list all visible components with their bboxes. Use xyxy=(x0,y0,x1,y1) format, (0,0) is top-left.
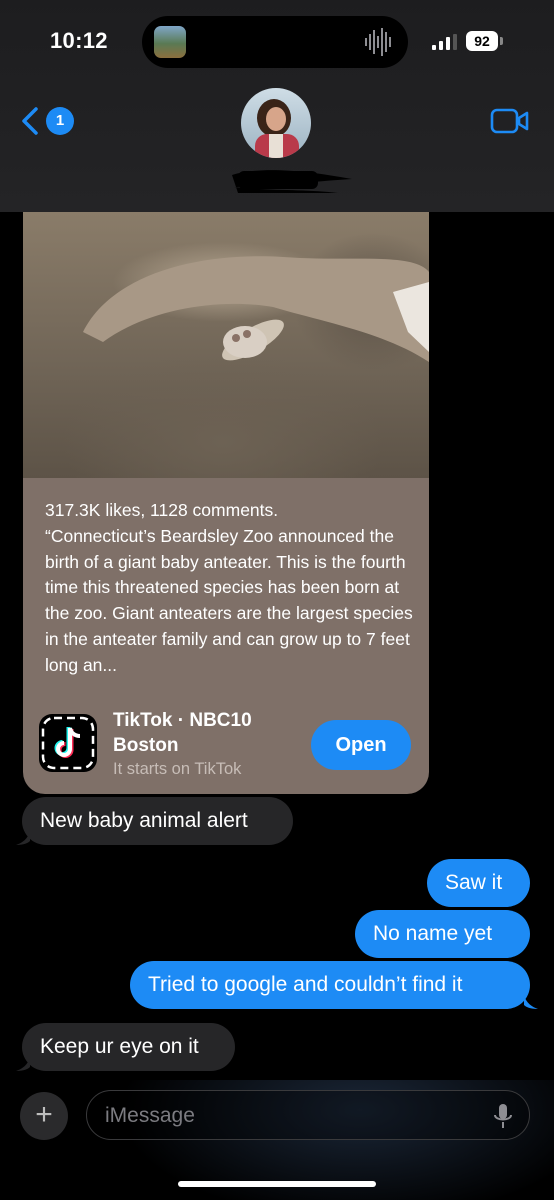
source-title: TikTok · NBC10 Boston xyxy=(113,710,252,756)
anteater-illustration xyxy=(83,256,429,362)
tiktok-logo-icon xyxy=(39,714,97,772)
contact-avatar[interactable] xyxy=(241,88,311,158)
message-bubble-sent[interactable]: No name yet xyxy=(355,910,530,958)
back-button[interactable]: 1 xyxy=(20,104,80,138)
link-preview-card[interactable]: 317.3K likes, 1128 comments. “Connecticu… xyxy=(23,212,429,794)
status-time: 10:12 xyxy=(50,28,108,53)
back-chevron-icon xyxy=(22,107,38,135)
contact-name-redacted xyxy=(232,170,352,193)
battery-icon: 92 xyxy=(466,31,498,51)
now-playing-thumbnail xyxy=(154,26,186,58)
open-button[interactable]: Open xyxy=(311,720,411,770)
video-camera-icon[interactable] xyxy=(490,107,530,135)
bubble-tail xyxy=(524,995,538,1009)
microphone-icon[interactable] xyxy=(493,1103,513,1129)
bubble-tail xyxy=(16,1057,30,1071)
card-source-row: TikTok · NBC10 Boston It starts on TikTo… xyxy=(23,704,429,794)
source-subtitle: It starts on TikTok xyxy=(113,760,242,778)
message-input[interactable] xyxy=(103,1099,467,1133)
signal-icon xyxy=(432,34,457,50)
unread-badge: 1 xyxy=(46,107,74,135)
message-bubble-received[interactable]: Keep ur eye on it xyxy=(22,1023,235,1071)
bubble-tail xyxy=(16,831,30,845)
imessage-field[interactable] xyxy=(86,1090,530,1140)
anteater-video-thumbnail xyxy=(23,212,429,478)
avatar-photo xyxy=(255,99,299,158)
video-caption: 317.3K likes, 1128 comments. “Connecticu… xyxy=(45,500,413,675)
battery-tip xyxy=(500,37,503,45)
message-bubble-sent[interactable]: Saw it xyxy=(427,859,530,907)
waveform-icon xyxy=(365,28,391,56)
conversation-header: 10:12 92 1 xyxy=(0,0,554,212)
home-indicator[interactable] xyxy=(178,1181,376,1187)
message-bubble-received[interactable]: New baby animal alert xyxy=(22,797,293,845)
dynamic-island[interactable] xyxy=(142,16,408,68)
message-bubble-sent[interactable]: Tried to google and couldn’t find it xyxy=(130,961,530,1009)
plus-icon[interactable]: + xyxy=(20,1092,68,1140)
